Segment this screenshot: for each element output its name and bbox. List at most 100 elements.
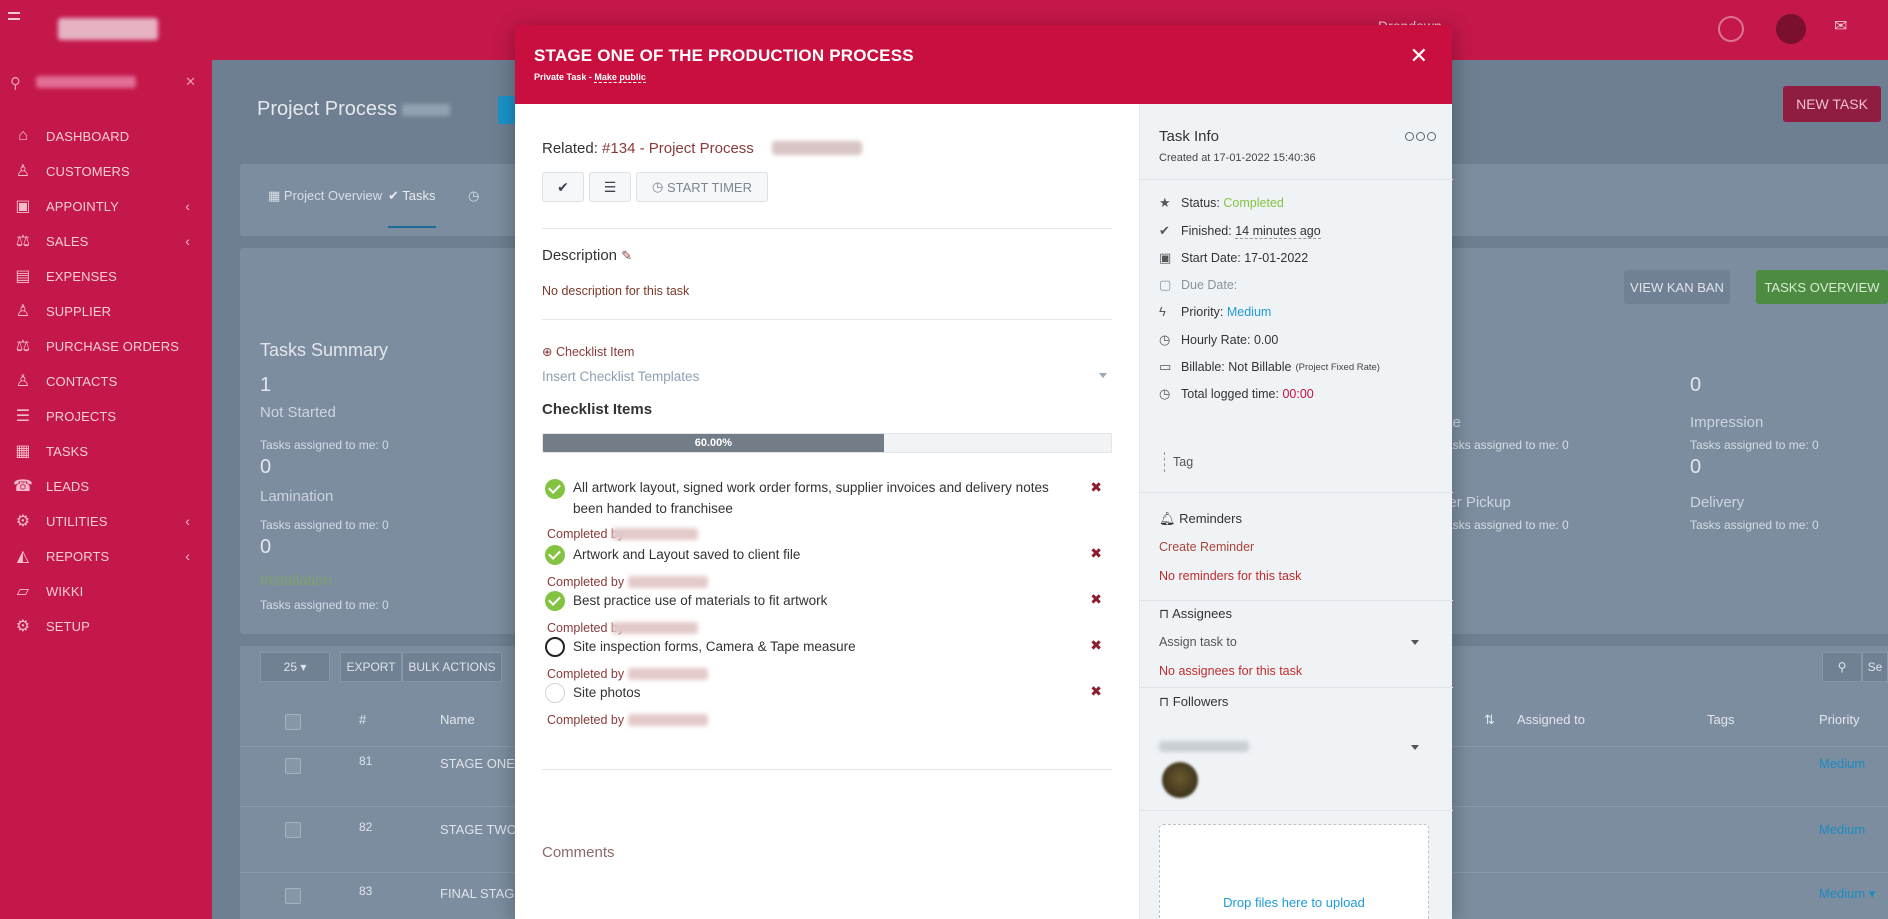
sidebar-item-appointly[interactable]: ▣ APPOINTLY ‹ [0,192,212,220]
chevron-left-icon: ‹ [185,233,190,249]
unchecked-circle-icon[interactable] [545,683,565,703]
related-link[interactable]: #134 - Project Process [602,140,754,157]
view-kanban-button[interactable]: VIEW KAN BAN [1624,270,1730,304]
col-header-tags[interactable]: Tags [1707,712,1734,727]
select-all-checkbox[interactable] [285,714,301,730]
comments-heading[interactable]: Comments [542,844,615,861]
priority-row: ϟ Priority: Medium [1159,304,1271,319]
row-name[interactable]: STAGE TWO [440,822,517,837]
new-task-button[interactable]: NEW TASK [1783,86,1881,122]
home-icon: ⌂ [18,127,28,144]
avatar[interactable] [1776,14,1806,44]
sort-icon[interactable]: ⇅ [1484,712,1495,728]
bulk-actions-button[interactable]: BULK ACTIONS [402,652,502,682]
sidebar-item-customers[interactable]: ♙ CUSTOMERS [0,157,212,185]
tab-timesheets[interactable]: ◷ [468,188,479,204]
status-value[interactable]: Completed [1223,196,1283,210]
follower-avatar[interactable] [1162,762,1198,798]
sidebar-item-dashboard[interactable]: ⌂ DASHBOARD [0,122,212,150]
sidebar-item-setup[interactable]: ⚙ SETUP [0,612,212,640]
row-name[interactable]: STAGE ONE [440,756,515,771]
sidebar-item-sales[interactable]: ⚖ SALES ‹ [0,227,212,255]
checklist-item-text[interactable]: Site inspection forms, Camera & Tape mea… [573,636,1063,657]
completed-check-icon[interactable] [545,545,565,565]
followers-select[interactable] [1159,740,1419,754]
more-options-icon[interactable] [1405,132,1436,141]
close-icon[interactable]: ✕ [185,74,196,90]
table-search-input[interactable]: Se [1862,652,1888,682]
page-size-select[interactable]: 25 ▾ [260,652,330,682]
sidebar-item-utilities[interactable]: ⚙ UTILITIES ‹ [0,507,212,535]
col-header-assigned[interactable]: Assigned to [1517,712,1585,727]
divider [1140,687,1453,688]
modal-header: STAGE ONE OF THE PRODUCTION PROCESS Priv… [515,25,1452,104]
add-checklist-item-link[interactable]: ⊕ Checklist Item [542,344,634,359]
sidebar-item-contacts[interactable]: ♙ CONTACTS [0,367,212,395]
sidebar-item-tasks[interactable]: ▦ TASKS [0,437,212,465]
sidebar-item-projects[interactable]: ☰ PROJECTS [0,402,212,430]
sidebar-item-reports[interactable]: ◭ REPORTS ‹ [0,542,212,570]
row-priority[interactable]: Medium [1819,822,1865,837]
task-list-button[interactable]: ☰ [589,172,631,202]
mark-complete-button[interactable]: ✔ [542,172,584,202]
tab-project-overview[interactable]: ▦ Project Overview [268,188,382,204]
completed-check-icon[interactable] [545,591,565,611]
hamburger-icon[interactable] [8,12,20,20]
priority-value[interactable]: Medium [1227,305,1271,319]
modal-subtitle: Private Task - Make public [534,72,646,83]
sidebar-search[interactable]: ⚲ ✕ [8,70,204,96]
checklist-item-text[interactable]: Site photos [573,682,1063,703]
company-logo[interactable] [58,18,158,40]
tasks-overview-button[interactable]: TASKS OVERVIEW [1756,270,1888,304]
calendar-check-icon: ▢ [1159,277,1172,292]
tasks-summary-title: Tasks Summary [260,340,389,360]
tag-input[interactable]: Tag [1164,452,1193,472]
delete-icon[interactable]: ✖ [1090,479,1102,496]
row-checkbox[interactable] [285,888,301,904]
checklist-item-text[interactable]: Artwork and Layout saved to client file [573,544,1063,565]
create-reminder-link[interactable]: Create Reminder [1159,540,1254,554]
sidebar-item-expenses[interactable]: ▤ EXPENSES [0,262,212,290]
sidebar-item-purchase-orders[interactable]: ⚖ PURCHASE ORDERS [0,332,212,360]
delete-icon[interactable]: ✖ [1090,591,1102,608]
delete-icon[interactable]: ✖ [1090,683,1102,700]
delete-icon[interactable]: ✖ [1090,545,1102,562]
unchecked-circle-icon[interactable] [545,637,565,657]
search-icon[interactable]: ⚲ [1822,652,1862,682]
tty-icon: ☎ [12,478,34,495]
delete-icon[interactable]: ✖ [1090,637,1102,654]
checklist-template-select[interactable]: Insert Checklist Templates [542,369,1107,384]
due-date-label[interactable]: Due Date: [1181,278,1237,292]
make-public-link[interactable]: Make public [594,72,646,83]
col-header-priority[interactable]: Priority [1819,712,1859,727]
edit-icon[interactable]: ✎ [621,248,632,263]
start-timer-button[interactable]: ◷ START TIMER [636,172,768,202]
row-name[interactable]: FINAL STAG [440,886,514,901]
col-header-num[interactable]: # [359,712,366,727]
checklist-item-text[interactable]: Best practice use of materials to fit ar… [573,590,1063,611]
area-chart-icon: ◭ [16,548,30,565]
sidebar-item-supplier[interactable]: ♙ SUPPLIER [0,297,212,325]
row-priority[interactable]: Medium [1819,756,1865,771]
close-icon[interactable]: ✕ [1410,43,1428,69]
notification-icon[interactable]: ✉ [1834,16,1860,42]
sidebar-item-wikki[interactable]: ▱ WIKKI [0,577,212,605]
completed-check-icon[interactable] [545,479,565,499]
sidebar-item-label: DASHBOARD [46,128,130,144]
summary-sub: Tasks assigned to me: 0 [260,518,389,532]
assign-task-select[interactable]: Assign task to [1159,635,1419,649]
sidebar-item-leads[interactable]: ☎ LEADS [0,472,212,500]
summary-sub: Tasks assigned to me: 0 [1690,518,1819,532]
row-checkbox[interactable] [285,758,301,774]
checklist-item-text[interactable]: All artwork layout, signed work order fo… [573,477,1063,519]
row-checkbox[interactable] [285,822,301,838]
file-dropzone[interactable]: Drop files here to upload [1159,824,1429,919]
search-circle-icon[interactable] [1718,16,1744,42]
col-header-name[interactable]: Name [440,712,475,727]
row-id: 83 [359,884,373,898]
export-button[interactable]: EXPORT [340,652,402,682]
hourly-rate-value: 0.00 [1253,333,1279,347]
tab-tasks[interactable]: ✔ Tasks [388,188,436,228]
row-priority[interactable]: Medium ▾ [1819,886,1875,902]
start-date-value[interactable]: 17-01-2022 [1244,251,1308,265]
